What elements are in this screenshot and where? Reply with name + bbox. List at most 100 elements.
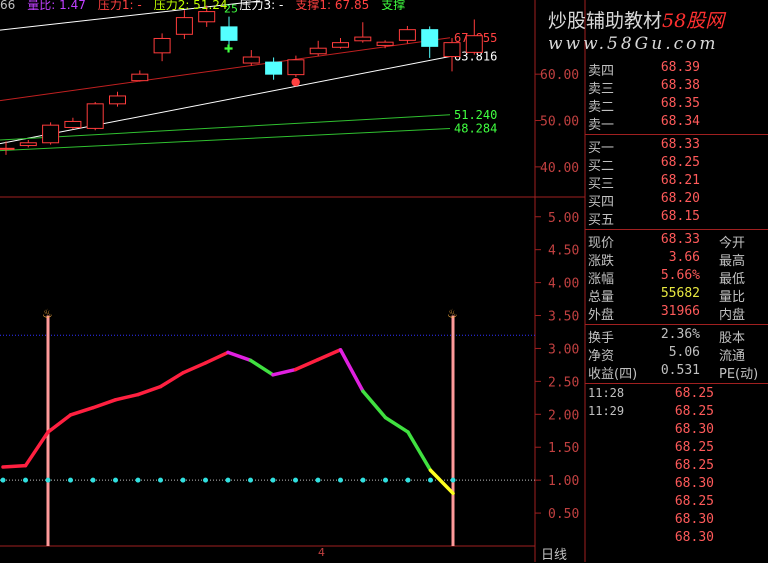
candle-body <box>42 124 60 144</box>
candle-body <box>198 11 216 23</box>
indicator-chart: 5.00 4.50 4.00 3.50 3.00 2.50 2.00 1.50 1.00 0.50… <box>0 211 579 546</box>
quote-value: 0.531 <box>660 363 700 378</box>
candle-body <box>153 37 171 54</box>
indicator-segment <box>181 361 208 375</box>
candle-body <box>443 42 461 58</box>
candle-body <box>175 17 193 35</box>
y-tick-label: 40.00 <box>540 161 579 176</box>
quote-label: 卖一 <box>588 118 615 133</box>
candle-body <box>354 36 372 42</box>
period-label[interactable]: 日线 <box>541 544 567 563</box>
quote-value: 68.38 <box>660 78 700 93</box>
quote-row: 外盘 31966 内盘 <box>585 304 768 323</box>
baseline-dot <box>113 477 118 483</box>
baseline-dot <box>270 477 276 483</box>
quote-value: 68.39 <box>660 60 700 75</box>
quote-value: 3.66 <box>668 250 700 265</box>
panel-separator <box>585 324 768 325</box>
candle-body <box>265 61 283 75</box>
quote-value: 2.36% <box>660 327 700 342</box>
candle-body <box>332 42 349 48</box>
tick-time: 11:29 <box>588 404 625 418</box>
header-item: 支撑1: 67.85 <box>295 0 370 10</box>
baseline-dot <box>428 477 433 483</box>
indicator-segment <box>293 357 320 372</box>
candle-body <box>64 120 82 128</box>
tick-row: 68.25 <box>585 458 768 476</box>
quote-label-secondary: 量比 <box>719 290 746 305</box>
candle-body <box>376 41 394 46</box>
candle-body <box>421 29 439 47</box>
indicator-segment <box>1 463 28 469</box>
header-item: 量比: 1.47 <box>27 0 86 10</box>
y-tick-label: 2.00 <box>548 408 579 423</box>
baseline-dot <box>68 477 73 483</box>
quote-value: 68.34 <box>660 114 700 129</box>
baseline-dot <box>405 477 411 483</box>
indicator-segment <box>226 350 253 363</box>
quote-row: 卖二 68.35 <box>585 96 768 115</box>
y-tick-label: 3.50 <box>548 310 579 325</box>
tick-row: 68.25 <box>585 440 768 458</box>
indicator-segment <box>361 389 388 420</box>
quote-value: 5.06 <box>668 345 700 360</box>
tick-row: 11:28 68.25 <box>585 386 768 404</box>
baseline-dot <box>203 477 208 483</box>
quote-row: 换手 2.36% 股本 <box>585 327 768 346</box>
tick-row: 68.30 <box>585 530 768 548</box>
header-item: 压力2: 51.24 <box>153 0 228 10</box>
quote-label-secondary: 股本 <box>719 331 746 346</box>
tick-row: 68.30 <box>585 476 768 494</box>
quote-label: 卖三 <box>588 82 615 97</box>
quote-value: 5.66% <box>660 268 700 283</box>
y-tick-label: 1.00 <box>548 474 579 489</box>
quote-row: 买四 68.20 <box>585 191 768 210</box>
tick-row: 68.25 <box>585 494 768 512</box>
header-item: 支撑 <box>381 0 406 10</box>
indicator-segment <box>406 430 433 473</box>
quote-label: 买三 <box>588 177 615 192</box>
panel-separator <box>585 229 768 230</box>
quote-label: 净资 <box>588 349 615 364</box>
indicator-segment <box>428 468 455 496</box>
quote-panel: 卖四 68.39 卖三 68.38 卖二 68.35 卖一 68.34 买一 68.33 买二 68.… <box>585 60 768 562</box>
quote-label: 卖四 <box>588 64 615 79</box>
baseline-dot <box>248 477 253 483</box>
quote-value: 68.25 <box>660 155 700 170</box>
quote-label-secondary: 最高 <box>719 254 746 269</box>
tick-price: 68.30 <box>674 530 714 545</box>
indicator-segment <box>23 430 50 468</box>
indicator-segment <box>136 384 163 397</box>
quote-value: 68.33 <box>660 232 700 247</box>
quote-label: 总量 <box>588 290 615 305</box>
quote-row: 收益(四) 0.531 PE(动) <box>585 363 768 382</box>
baseline-dot <box>90 477 96 483</box>
quote-label: 买四 <box>588 195 615 210</box>
quote-value: 68.35 <box>660 96 700 111</box>
watermark-url: www.58Gu.com <box>548 34 719 54</box>
baseline-dot <box>360 477 366 483</box>
tick-price: 68.30 <box>674 476 714 491</box>
quote-label-secondary: 今开 <box>719 236 746 251</box>
chart-marker: ● <box>291 75 301 88</box>
line-value-label: 51.240 <box>454 108 497 122</box>
tick-price: 68.25 <box>674 494 714 509</box>
indicator-segment <box>383 415 410 434</box>
quote-label-secondary: PE(动) <box>719 367 759 382</box>
trend-line-green-lower <box>0 127 451 152</box>
quote-row: 总量 55682 量比 <box>585 286 768 305</box>
quote-row: 卖四 68.39 <box>585 60 768 79</box>
header-item: 压力1: - <box>97 0 142 10</box>
baseline-dot <box>158 477 163 483</box>
quote-label-secondary: 流通 <box>719 349 746 364</box>
watermark-title: 炒股辅助教材58股网 <box>548 6 724 33</box>
indicator-segment <box>91 398 118 410</box>
y-tick-label: 4.00 <box>548 277 579 292</box>
indicator-segment <box>158 371 185 389</box>
indicator-segment <box>203 350 230 365</box>
candle-body <box>109 95 126 105</box>
signal-bar <box>451 315 455 546</box>
price-chart: 60.0050.0040.0067.85563.81651.24048.2842… <box>0 0 579 176</box>
candle-body <box>86 103 104 129</box>
y-tick-label: 50.00 <box>540 115 579 130</box>
